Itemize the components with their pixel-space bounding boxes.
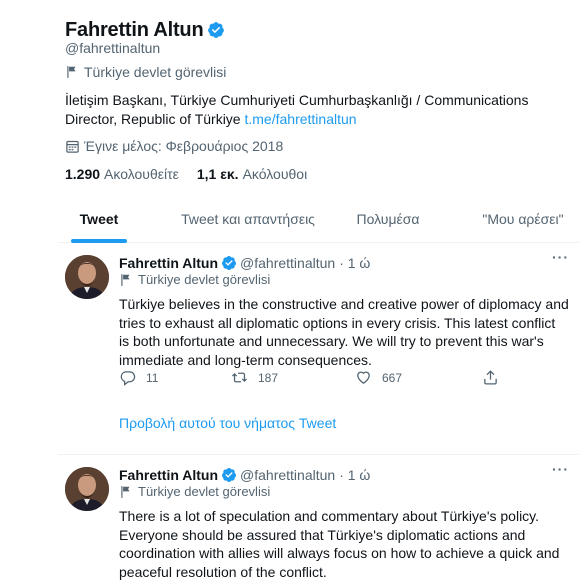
tweet-item[interactable]: Fahrettin Altun @fahrettinaltun · 1 ώ ··… [58, 243, 579, 455]
flag-icon [121, 485, 130, 498]
reply-button[interactable]: 11 [119, 369, 158, 386]
avatar[interactable] [65, 255, 109, 299]
tweet-header: Fahrettin Altun @fahrettinaltun · 1 ώ [119, 465, 370, 484]
tweet-author-name[interactable]: Fahrettin Altun [119, 255, 218, 271]
retweet-count: 187 [258, 370, 279, 385]
retweet-icon [231, 372, 248, 383]
profile-tabs: Tweet Tweet και απαντήσεις Πολυμέσα "Μου… [58, 196, 579, 243]
verified-badge-icon [222, 467, 237, 482]
verified-badge-icon [208, 22, 225, 38]
tweet-text: Türkiye believes in the constructive and… [119, 296, 569, 368]
tweet-item[interactable]: Fahrettin Altun @fahrettinaltun · 1 ώ ··… [58, 455, 579, 583]
followers-label: Ακόλουθοι [242, 166, 308, 182]
like-icon [357, 371, 370, 384]
bio-link[interactable]: t.me/fahrettinaltun [244, 111, 356, 127]
tab-label: Tweet και απαντήσεις [181, 211, 315, 227]
tweet-timestamp[interactable]: · 1 ώ [339, 255, 370, 271]
flag-icon [67, 66, 76, 78]
tweet-author-handle[interactable]: @fahrettinaltun [240, 467, 335, 483]
tweet-author-name[interactable]: Fahrettin Altun [119, 467, 218, 483]
avatar[interactable] [65, 467, 109, 511]
profile-follow-stats: 1.290 Ακολουθείτε 1,1 εκ. Ακόλουθοι [65, 166, 325, 182]
tweet-timestamp[interactable]: · 1 ώ [339, 467, 370, 483]
tweet-text: There is a lot of speculation and commen… [119, 508, 560, 580]
share-icon [484, 370, 497, 385]
profile-handle: @fahrettinaltun [65, 40, 161, 56]
profile-joined-date: Έγινε μέλος: Φεβρουάριος 2018 [65, 138, 283, 154]
tweet-label-text: Türkiye devlet görevlisi [138, 484, 271, 499]
following-label: Ακολουθείτε [104, 166, 179, 182]
tab-label: "Μου αρέσει" [482, 211, 564, 227]
show-thread-link[interactable]: Προβολή αυτού του νήματος Tweet [119, 415, 336, 431]
profile-label-text: Türkiye devlet görevlisi [84, 64, 227, 80]
reply-count: 11 [146, 370, 159, 385]
following-link[interactable]: 1.290 Ακολουθείτε [65, 166, 179, 182]
verified-badge-icon [222, 255, 237, 270]
tweet-header: Fahrettin Altun @fahrettinaltun · 1 ώ [119, 253, 370, 272]
tab-tweets-and-replies[interactable]: Tweet και απαντήσεις [158, 196, 338, 242]
following-count: 1.290 [65, 166, 101, 182]
profile-government-label[interactable]: Türkiye devlet görevlisi [65, 64, 226, 80]
tweet-actions: 11 187 667 [119, 369, 499, 389]
flag-icon [121, 273, 130, 286]
tweet-label-text: Türkiye devlet görevlisi [138, 272, 271, 287]
tab-label: Πολυμέσα [356, 211, 420, 227]
profile-display-name: Fahrettin Altun [65, 18, 204, 41]
reply-icon [120, 371, 136, 386]
tab-likes[interactable]: "Μου αρέσει" [468, 196, 578, 242]
profile-bio: İletişim Başkanı, Türkiye Cumhuriyeti Cu… [65, 91, 575, 129]
share-button[interactable] [482, 369, 509, 386]
tweet-government-label[interactable]: Türkiye devlet görevlisi [119, 272, 270, 287]
more-icon[interactable]: ··· [552, 461, 569, 477]
tab-label: Tweet [79, 211, 119, 227]
like-count: 667 [382, 370, 403, 385]
tab-tweets[interactable]: Tweet [58, 196, 140, 243]
retweet-button[interactable]: 187 [231, 369, 278, 386]
followers-count: 1,1 εκ. [196, 166, 239, 182]
joined-text: Έγινε μέλος: Φεβρουάριος 2018 [84, 138, 284, 154]
calendar-icon [66, 140, 79, 153]
more-icon[interactable]: ··· [552, 249, 569, 265]
tweet-government-label[interactable]: Türkiye devlet görevlisi [119, 484, 270, 499]
like-button[interactable]: 667 [355, 369, 402, 386]
tab-media[interactable]: Πολυμέσα [348, 196, 428, 242]
followers-link[interactable]: 1,1 εκ. Ακόλουθοι [197, 166, 307, 182]
tweet-author-handle[interactable]: @fahrettinaltun [240, 255, 335, 271]
